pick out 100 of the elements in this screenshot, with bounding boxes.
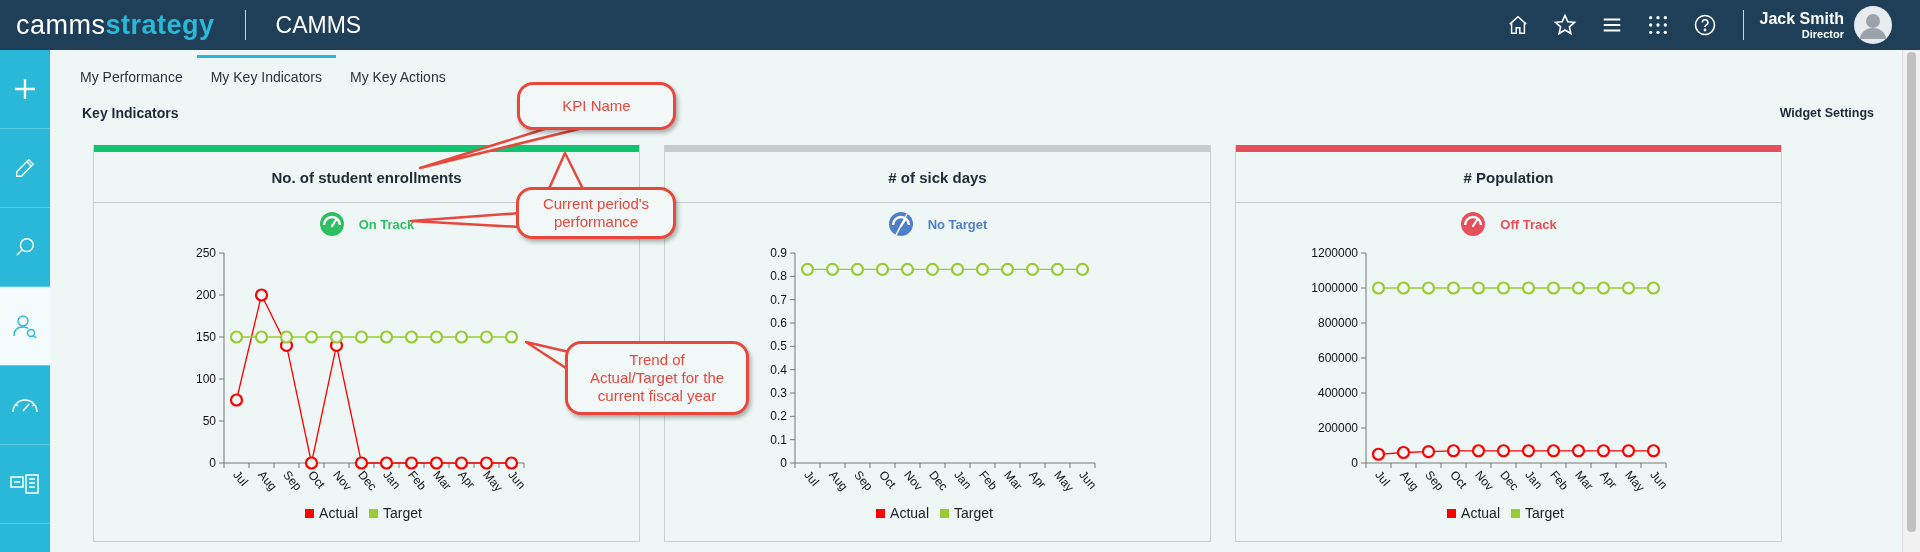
- axis-label: 200000: [1317, 421, 1358, 435]
- help-icon[interactable]: [1692, 13, 1717, 37]
- legend-label: Actual: [319, 505, 358, 521]
- data-point: [1521, 444, 1535, 458]
- data-point: [504, 456, 518, 470]
- data-point: [1025, 262, 1039, 276]
- data-point: [1446, 444, 1460, 458]
- axis-label: 250: [195, 246, 216, 260]
- data-point: [404, 330, 418, 344]
- data-point: [379, 456, 393, 470]
- data-point: [379, 330, 393, 344]
- plus-icon: [13, 77, 37, 101]
- apps-grid-icon[interactable]: [1646, 14, 1669, 36]
- axis-label: 0: [1350, 456, 1358, 470]
- data-point: [1371, 281, 1385, 295]
- status-label: Off Track: [1500, 216, 1557, 232]
- data-point: [304, 330, 318, 344]
- data-point: [1546, 281, 1560, 295]
- axis-label: 0.7: [769, 292, 787, 307]
- data-point: [875, 262, 889, 276]
- axis-label: Jun: [1646, 467, 1670, 492]
- axis-label: Jan: [379, 467, 403, 492]
- axis-label: 600000: [1317, 351, 1358, 365]
- data-point: [429, 330, 443, 344]
- axis-label: Jul: [1371, 467, 1393, 489]
- tab[interactable]: My Performance: [66, 55, 197, 97]
- axis-label: 1200000: [1310, 246, 1358, 260]
- cards-icon: [10, 474, 40, 494]
- data-point: [229, 330, 243, 344]
- data-point: [479, 456, 493, 470]
- data-point: [825, 262, 839, 276]
- widget-settings-link[interactable]: Widget Settings: [1779, 106, 1874, 120]
- data-point: [1646, 444, 1660, 458]
- tab[interactable]: My Key Actions: [335, 55, 460, 97]
- data-point: [1571, 444, 1585, 458]
- legend-label: Target: [1525, 505, 1564, 521]
- logo[interactable]: cammsstrategy: [16, 9, 215, 41]
- data-point: [1496, 281, 1510, 295]
- data-point: [950, 262, 964, 276]
- axis-label: 0: [779, 456, 787, 470]
- data-point: [1621, 281, 1635, 295]
- data-point: [1075, 262, 1089, 276]
- axis-label: 400000: [1317, 386, 1358, 400]
- tab[interactable]: My Key Indicators: [196, 55, 336, 97]
- data-point: [1396, 281, 1410, 295]
- gauge-icon: [1460, 211, 1487, 237]
- axis-label: 800000: [1317, 316, 1358, 330]
- star-icon[interactable]: [1552, 13, 1577, 37]
- data-point: [1546, 444, 1560, 458]
- data-point: [404, 456, 418, 470]
- axis-label: Jan: [1521, 467, 1545, 492]
- data-point: [800, 262, 814, 276]
- axis-label: Apr: [1025, 467, 1049, 492]
- legend-label: Actual: [890, 505, 929, 521]
- data-point: [1571, 281, 1585, 295]
- axis-label: 0.3: [769, 386, 787, 400]
- axis-label: 1000000: [1310, 281, 1358, 295]
- axis-label: Sep: [850, 467, 876, 494]
- axis-label: 0.9: [769, 246, 787, 260]
- data-point: [1421, 445, 1435, 459]
- axis-label: Feb: [975, 467, 1000, 493]
- axis-label: 0.4: [769, 362, 787, 377]
- axis-label: Jan: [950, 467, 974, 492]
- data-point: [329, 330, 343, 344]
- axis-label: Mar: [1571, 467, 1596, 493]
- axis-label: Jun: [1075, 467, 1099, 492]
- avatar[interactable]: [1854, 6, 1892, 44]
- home-icon[interactable]: [1506, 14, 1529, 36]
- data-point: [1471, 444, 1485, 458]
- kpi-title: # Population: [1236, 152, 1781, 203]
- section-title: Key Indicators: [82, 105, 179, 121]
- axis-label: Oct: [875, 467, 899, 492]
- axis-label: 200: [195, 288, 216, 302]
- data-point: [1596, 444, 1610, 458]
- callout: Trend of Actual/Target for the current fiscal year: [565, 341, 749, 415]
- axis-label: 100: [195, 372, 216, 386]
- user-role: Director: [1800, 28, 1844, 40]
- axis-label: 150: [195, 330, 216, 344]
- axis-label: Jun: [504, 467, 528, 492]
- data-point: [1446, 281, 1460, 295]
- pencil-icon: [14, 157, 36, 179]
- legend-label: Target: [954, 505, 993, 521]
- data-point: [454, 456, 468, 470]
- person-search-icon: [12, 313, 38, 339]
- data-point: [254, 330, 268, 344]
- sidebar-item[interactable]: [0, 287, 50, 366]
- data-point: [354, 330, 368, 344]
- scrollbar[interactable]: [1902, 50, 1920, 552]
- axis-label: Sep: [1421, 467, 1447, 494]
- data-point: [850, 262, 864, 276]
- data-point: [1521, 281, 1535, 295]
- data-point: [1496, 444, 1510, 458]
- axis-label: 0: [208, 456, 216, 470]
- axis-label: Mar: [429, 467, 454, 493]
- axis-label: Oct: [304, 467, 328, 492]
- gauge-icon: [318, 211, 345, 237]
- axis-label: Aug: [1396, 467, 1422, 494]
- data-point: [1371, 447, 1385, 461]
- axis-label: 0.2: [769, 409, 787, 424]
- data-point: [354, 456, 368, 470]
